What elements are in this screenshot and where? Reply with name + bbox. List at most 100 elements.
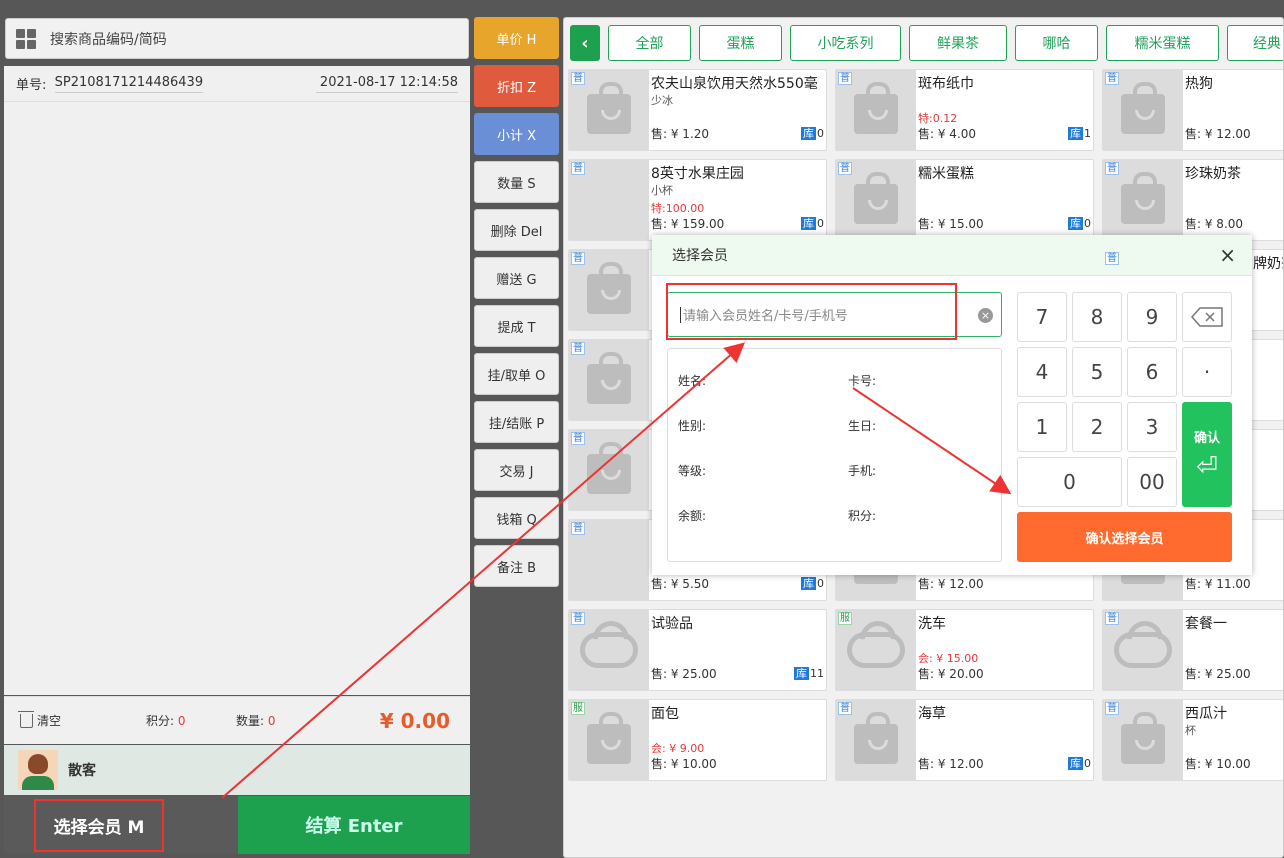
product-tag: 普 (1105, 72, 1119, 85)
field-gender: 性别: (678, 419, 707, 433)
cash-drawer-button[interactable]: 钱箱 Q (474, 497, 559, 539)
member-name: 散客 (68, 763, 96, 779)
product-card[interactable]: 服 洗车 会: ¥ 15.00 售: ¥ 20.00 (835, 609, 1094, 691)
enter-icon: ⏎ (1196, 452, 1218, 482)
product-card[interactable]: 普 农夫山泉饮用天然水550毫 少冰 售: ¥ 1.20 库0 (568, 69, 827, 151)
backspace-key[interactable] (1182, 292, 1232, 342)
cloud-icon (847, 632, 905, 668)
checkout-button[interactable]: 结算 Enter (238, 796, 470, 854)
order-no: SP2108171214486439 (54, 75, 204, 93)
grid-icon[interactable] (16, 28, 36, 49)
product-card[interactable]: 普 8英寸水果庄园 小杯 特:100.00 售: ¥ 159.00 库0 (568, 159, 827, 241)
product-price: 售: ¥ 15.00 (918, 217, 984, 231)
product-name: 洗车 (918, 616, 946, 632)
product-card[interactable]: 普 试验品 售: ¥ 25.00 库 11 (568, 609, 827, 691)
product-name: 热狗 (1185, 76, 1213, 92)
product-card[interactable]: 服 面包 会: ¥ 9.00 售: ¥ 10.00 (568, 699, 827, 781)
key-5[interactable]: 5 (1072, 347, 1122, 397)
tab-cake[interactable]: 蛋糕 (699, 25, 782, 61)
hold-recall-button[interactable]: 挂/取单 O (474, 353, 559, 395)
qty-value: 0 (267, 714, 276, 728)
bag-icon (587, 442, 631, 494)
tab-all[interactable]: 全部 (608, 25, 691, 61)
key-dot[interactable]: · (1182, 347, 1232, 397)
product-tag: 普 (838, 162, 852, 175)
key-0[interactable]: 0 (1017, 457, 1122, 507)
product-tag: 普 (571, 612, 585, 625)
key-4[interactable]: 4 (1017, 347, 1067, 397)
product-name: 农夫山泉饮用天然水550毫 (651, 76, 818, 92)
key-6[interactable]: 6 (1127, 347, 1177, 397)
product-price: 售: ¥ 10.00 (1185, 757, 1251, 771)
cloud-icon (1114, 632, 1172, 668)
product-tag: 普 (571, 162, 585, 175)
product-name: 糯米蛋糕 (918, 166, 974, 182)
product-tag: 普 (571, 252, 585, 265)
product-member-price: 会: ¥ 15.00 (918, 652, 979, 665)
product-card[interactable]: 普 斑布纸巾 特:0.12 售: ¥ 4.00 库1 (835, 69, 1094, 151)
product-search-bar[interactable]: 搜索商品编码/简码 (5, 18, 469, 59)
product-price: 售: ¥ 25.00 (1185, 667, 1251, 681)
product-price: 售: ¥ 11.00 (1185, 577, 1251, 591)
delete-button[interactable]: 删除 Del (474, 209, 559, 251)
gift-button[interactable]: 赠送 G (474, 257, 559, 299)
field-balance: 余额: (678, 509, 707, 523)
quantity-button[interactable]: 数量 S (474, 161, 559, 203)
stock-label: 库 (794, 667, 809, 680)
stock-label: 库 (1068, 217, 1083, 230)
key-2[interactable]: 2 (1072, 402, 1122, 452)
key-1[interactable]: 1 (1017, 402, 1067, 452)
key-7[interactable]: 7 (1017, 292, 1067, 342)
tab-rice-cake[interactable]: 糯米蛋糕 (1106, 25, 1219, 61)
product-price: 售: ¥ 12.00 (918, 757, 984, 771)
key-3[interactable]: 3 (1127, 402, 1177, 452)
key-8[interactable]: 8 (1072, 292, 1122, 342)
avatar (18, 750, 58, 790)
product-card[interactable]: 普 海草 售: ¥ 12.00 库0 (835, 699, 1094, 781)
unit-price-button[interactable]: 单价 H (474, 17, 559, 59)
clear-button[interactable]: 清空 (18, 710, 61, 729)
product-card[interactable]: 普 珍珠奶茶 售: ¥ 8.00 (1102, 159, 1283, 241)
product-card[interactable]: 普 西瓜汁 杯 售: ¥ 10.00 (1102, 699, 1283, 781)
note-button[interactable]: 备注 B (474, 545, 559, 587)
order-header: 单号: SP2108171214486439 2021-08-17 12:14:… (4, 66, 470, 102)
cloud-icon (580, 632, 638, 668)
select-member-button[interactable]: 选择会员 M (4, 796, 238, 854)
field-points: 积分: (848, 509, 877, 523)
product-price: 售: ¥ 25.00 (651, 667, 717, 681)
subtotal-button[interactable]: 小计 X (474, 113, 559, 155)
product-card[interactable]: 普 热狗 售: ¥ 12.00 (1102, 69, 1283, 151)
close-icon[interactable]: × (1219, 245, 1236, 265)
transactions-button[interactable]: 交易 J (474, 449, 559, 491)
product-card[interactable]: 普 套餐一 售: ¥ 25.00 (1102, 609, 1283, 691)
confirm-member-button[interactable]: 确认选择会员 (1017, 512, 1232, 562)
order-list: 单号: SP2108171214486439 2021-08-17 12:14:… (4, 66, 470, 695)
product-name: 海草 (918, 706, 946, 722)
commission-button[interactable]: 提成 T (474, 305, 559, 347)
tab-fruit-tea[interactable]: 鲜果茶 (909, 25, 1007, 61)
points-label: 积分: (146, 714, 175, 728)
stock-label: 库 (1068, 127, 1083, 140)
dialog-title: 选择会员 (672, 248, 728, 264)
product-card[interactable]: 普 糯米蛋糕 售: ¥ 15.00 库0 (835, 159, 1094, 241)
key-00[interactable]: 00 (1127, 457, 1177, 507)
stock-value: 1 (1084, 127, 1091, 140)
current-member: 散客 (4, 745, 470, 795)
tab-naha[interactable]: 哪哈 (1015, 25, 1098, 61)
product-stock: 库0 (801, 575, 824, 591)
product-sub: 杯 (1185, 724, 1196, 737)
confirm-key[interactable]: 确认 ⏎ (1182, 402, 1232, 507)
tab-snacks[interactable]: 小吃系列 (790, 25, 901, 61)
key-9[interactable]: 9 (1127, 292, 1177, 342)
clear-input-icon[interactable]: × (978, 308, 993, 323)
member-search-input[interactable]: 请输入会员姓名/卡号/手机号 × (667, 292, 1002, 337)
member-info-panel: 姓名: 卡号: 性别: 生日: 等级: 手机: 余额: 积分: (667, 348, 1002, 562)
tab-classic[interactable]: 经典 (1227, 25, 1283, 61)
product-name: 珍珠奶茶 (1185, 166, 1241, 182)
discount-button[interactable]: 折扣 Z (474, 65, 559, 107)
hold-settle-button[interactable]: 挂/结账 P (474, 401, 559, 443)
product-price: 售: ¥ 12.00 (1185, 127, 1251, 141)
chevron-left-icon[interactable]: ‹ (570, 25, 600, 61)
field-phone: 手机: (848, 464, 877, 478)
qty-summary: 数量: 0 (236, 712, 276, 729)
